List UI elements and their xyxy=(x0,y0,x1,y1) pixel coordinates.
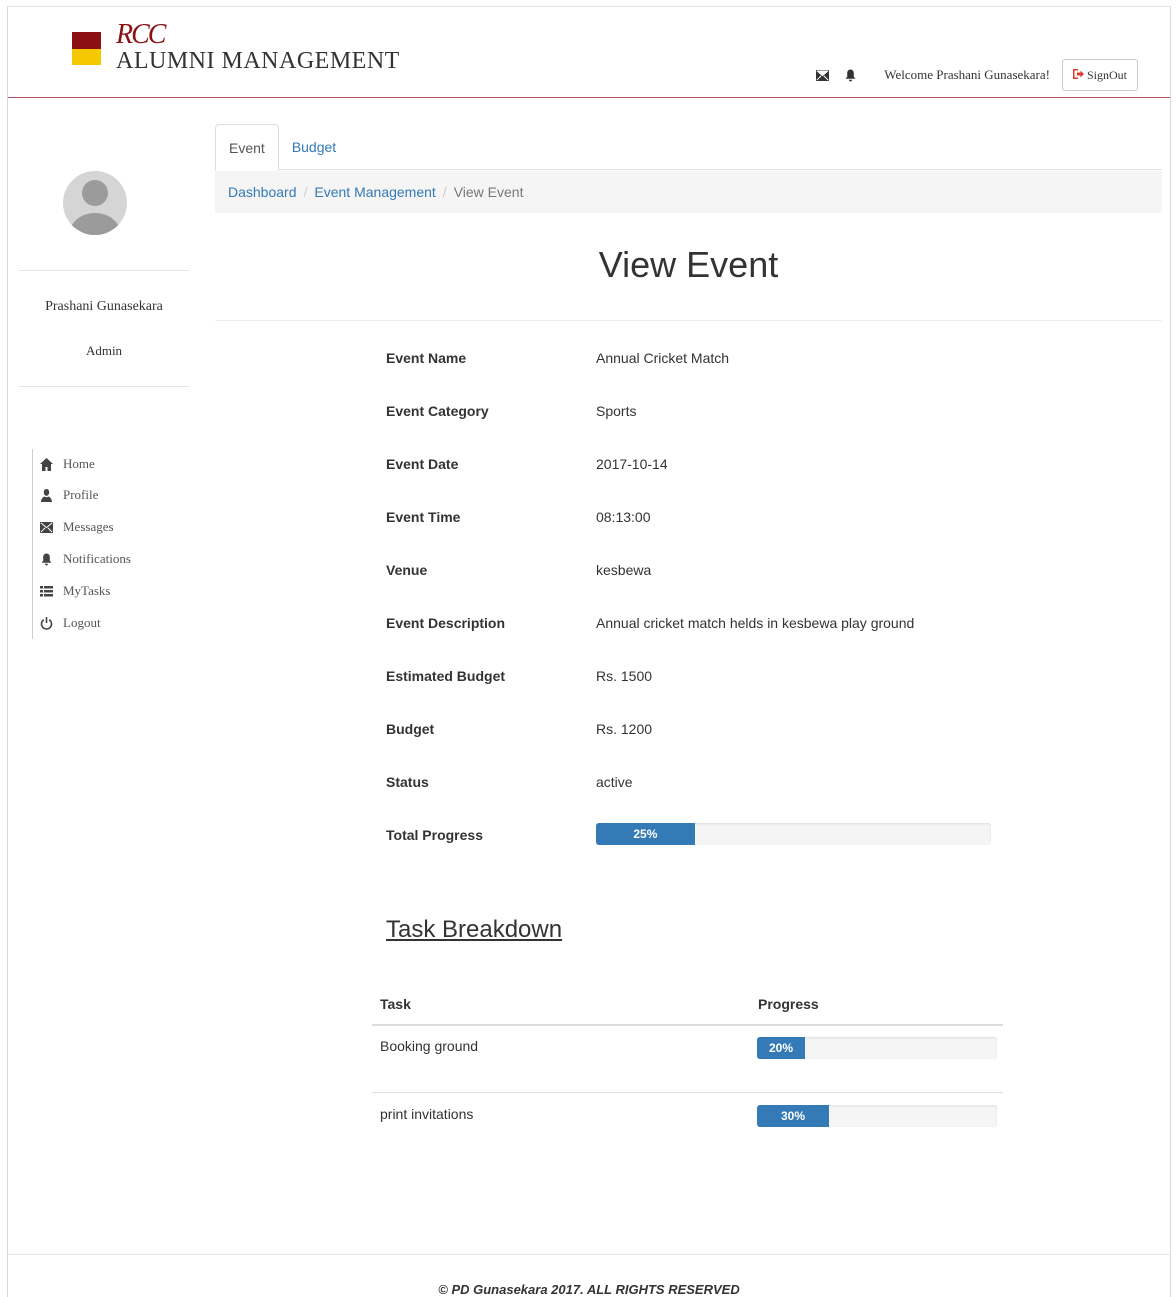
detail-row-estimated-budget: Estimated Budget Rs. 1500 xyxy=(386,662,1086,690)
sidebar-divider xyxy=(19,386,189,387)
top-header: RCC ALUMNI MANAGEMENT Welcome Prashani G… xyxy=(8,7,1170,98)
signout-label: SignOut xyxy=(1086,67,1127,82)
list-icon xyxy=(40,585,53,596)
detail-value: 2017-10-14 xyxy=(596,456,668,472)
detail-row-event-description: Event Description Annual cricket match h… xyxy=(386,609,1086,637)
task-breakdown-heading: Task Breakdown xyxy=(386,916,563,943)
task-progress-text: 20% xyxy=(768,1041,794,1055)
task-progress-bar: 30% xyxy=(757,1105,997,1127)
detail-row-event-time: Event Time 08:13:00 xyxy=(386,503,1086,531)
user-icon xyxy=(41,488,52,502)
user-name: Prashani Gunasekara xyxy=(45,299,163,314)
detail-label: Total Progress xyxy=(386,827,483,843)
detail-value: 08:13:00 xyxy=(596,509,651,525)
detail-value: kesbewa xyxy=(596,562,652,578)
detail-value: Rs. 1200 xyxy=(596,721,653,737)
detail-row-budget: Budget Rs. 1200 xyxy=(386,715,1086,743)
detail-value: active xyxy=(596,774,633,790)
detail-row-status: Status active xyxy=(386,768,1086,796)
breadcrumb-current: View Event xyxy=(453,184,524,200)
table-row: print invitations 30% xyxy=(372,1094,1003,1161)
total-progress-text: 25% xyxy=(633,827,658,841)
detail-label: Estimated Budget xyxy=(386,668,506,684)
detail-value: Rs. 1500 xyxy=(596,668,653,684)
envelope-icon xyxy=(40,521,53,533)
sidebar-divider xyxy=(19,270,189,271)
breadcrumb-dashboard[interactable]: Dashboard xyxy=(228,184,297,200)
signout-icon xyxy=(1072,68,1084,83)
task-progress-bar: 20% xyxy=(757,1037,997,1059)
logo[interactable]: RCC ALUMNI MANAGEMENT xyxy=(72,19,399,83)
breadcrumb-separator: / xyxy=(303,184,308,200)
sidebar-item-notifications[interactable]: Notifications xyxy=(40,543,131,575)
home-icon xyxy=(40,457,53,471)
footer-divider xyxy=(8,1254,1170,1255)
page-title: View Event xyxy=(598,244,779,285)
sidebar-item-label: Notifications xyxy=(63,551,131,566)
tab-budget[interactable]: Budget xyxy=(279,124,349,170)
breadcrumb-event-management[interactable]: Event Management xyxy=(314,184,435,200)
tab-bar: Event Budget xyxy=(215,124,1162,171)
header-actions: Welcome Prashani Gunasekara! SignOut xyxy=(814,58,1138,92)
signout-button[interactable]: SignOut xyxy=(1061,59,1138,91)
sidebar-item-label: MyTasks xyxy=(63,583,111,598)
detail-label: Event Name xyxy=(386,350,467,366)
footer-copyright: © PD Gunasekara 2017. ALL RIGHTS RESERVE… xyxy=(438,1282,740,1297)
tab-event[interactable]: Event xyxy=(215,124,279,171)
detail-label: Event Time xyxy=(386,509,461,525)
sidebar-item-label: Logout xyxy=(63,615,101,630)
detail-label: Event Description xyxy=(386,615,506,631)
detail-value: Annual Cricket Match xyxy=(596,350,730,366)
detail-row-total-progress: Total Progress 25% xyxy=(386,821,1086,849)
detail-row-event-category: Event Category Sports xyxy=(386,397,1086,425)
bell-icon xyxy=(41,553,52,565)
sidebar-item-label: Messages xyxy=(63,519,114,534)
sidebar-item-messages[interactable]: Messages xyxy=(40,511,131,543)
logo-red-block xyxy=(72,32,101,49)
task-progress-fill: 20% xyxy=(757,1037,805,1059)
detail-label: Event Category xyxy=(386,403,489,419)
total-progress-bar: 25% xyxy=(596,823,991,845)
sidebar-item-profile[interactable]: Profile xyxy=(40,479,131,511)
detail-label: Event Date xyxy=(386,456,459,472)
detail-label: Venue xyxy=(386,562,428,578)
detail-label: Budget xyxy=(386,721,435,737)
task-name: print invitations xyxy=(380,1106,474,1122)
logo-rcc-text: RCC xyxy=(116,19,166,50)
detail-row-venue: Venue kesbewa xyxy=(386,556,1086,584)
column-header-progress: Progress xyxy=(758,996,819,1012)
table-row: Booking ground 20% xyxy=(372,1026,1003,1093)
welcome-text: Welcome Prashani Gunasekara! xyxy=(884,67,1050,82)
avatar xyxy=(63,159,127,247)
column-header-task: Task xyxy=(380,996,411,1012)
user-role: Admin xyxy=(85,343,123,358)
total-progress-fill: 25% xyxy=(596,823,695,845)
envelope-icon[interactable] xyxy=(814,67,830,83)
breadcrumb-separator: / xyxy=(442,184,447,200)
sidebar-item-label: Home xyxy=(63,456,95,471)
sidebar-item-logout[interactable]: Logout xyxy=(40,607,131,639)
breadcrumb: Dashboard / Event Management / View Even… xyxy=(215,171,1162,213)
table-header: Task Progress xyxy=(372,990,1003,1026)
sidebar-item-mytasks[interactable]: MyTasks xyxy=(40,575,131,607)
sidebar-nav: Home Profile Messages Notifications MyTa… xyxy=(32,449,131,639)
title-divider xyxy=(215,320,1162,321)
detail-label: Status xyxy=(386,774,429,790)
detail-value: Annual cricket match helds in kesbewa pl… xyxy=(596,615,915,631)
logo-title-text: ALUMNI MANAGEMENT xyxy=(116,48,400,74)
power-icon xyxy=(40,616,53,630)
task-progress-fill: 30% xyxy=(757,1105,829,1127)
task-progress-text: 30% xyxy=(780,1109,806,1123)
sidebar-item-label: Profile xyxy=(63,487,99,502)
detail-row-event-date: Event Date 2017-10-14 xyxy=(386,450,1086,478)
task-name: Booking ground xyxy=(380,1038,479,1054)
detail-row-event-name: Event Name Annual Cricket Match xyxy=(386,344,1086,372)
bell-icon[interactable] xyxy=(842,67,858,83)
sidebar-item-home[interactable]: Home xyxy=(40,449,131,479)
logo-yellow-block xyxy=(72,49,101,65)
detail-value: Sports xyxy=(596,403,637,419)
